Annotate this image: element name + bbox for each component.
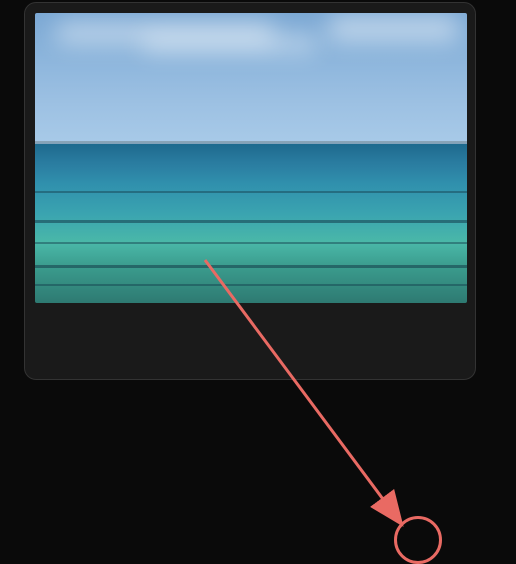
image-card[interactable] [24, 2, 476, 380]
sky-region [35, 13, 467, 144]
annotation-target-marker [394, 516, 442, 564]
photo-preview[interactable] [35, 13, 467, 303]
sea-region [35, 144, 467, 304]
photo-content [35, 13, 467, 303]
